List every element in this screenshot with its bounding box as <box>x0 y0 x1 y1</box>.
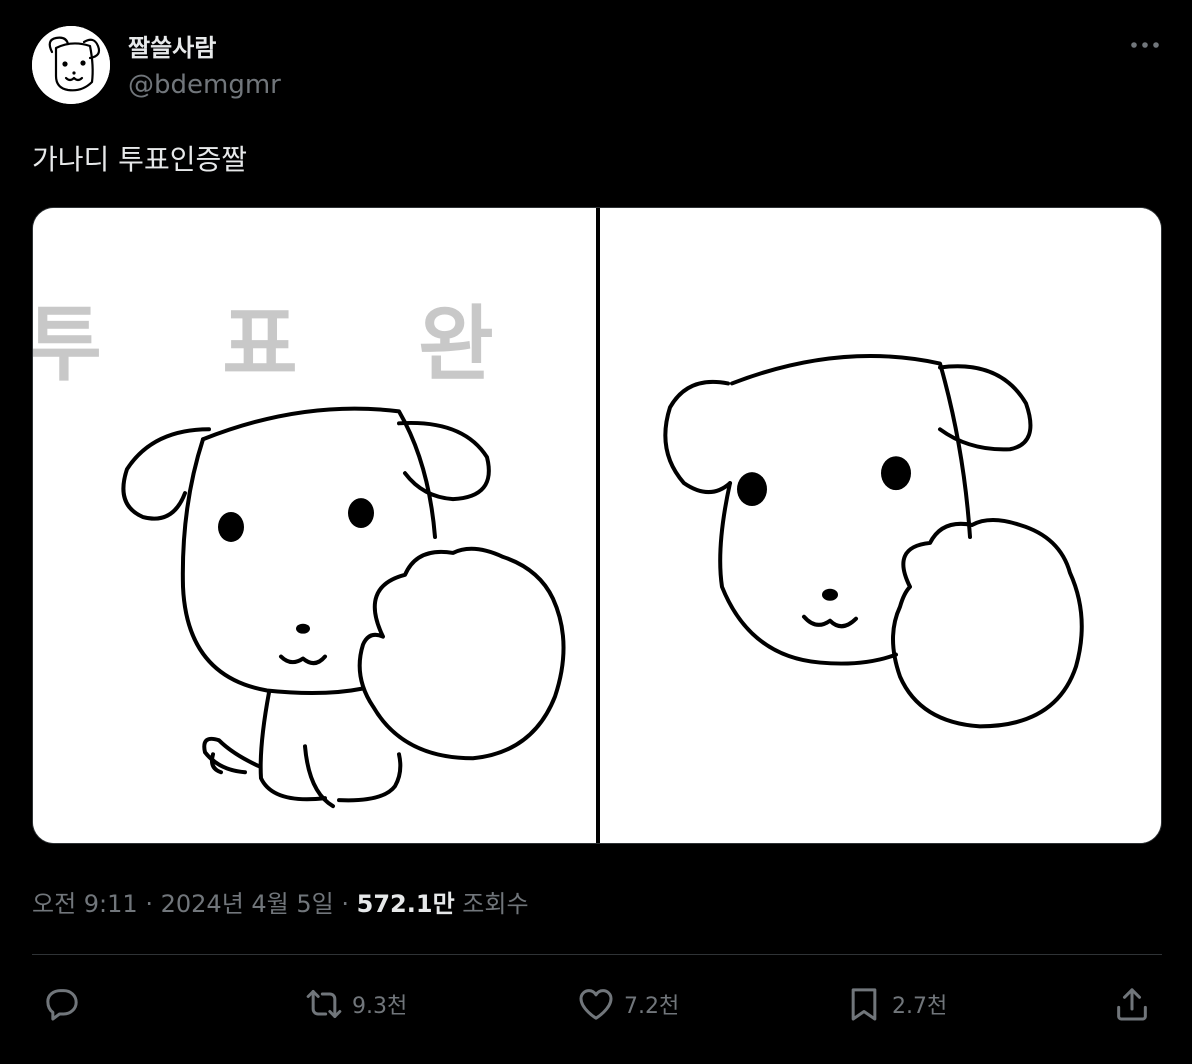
share-icon <box>1117 988 1147 1021</box>
tweet-date[interactable]: 2024년 4월 5일 <box>161 890 334 918</box>
meta-separator: · <box>145 890 153 918</box>
vote-stamp-text: 투 표 완 <box>33 298 540 393</box>
reply-button[interactable] <box>42 982 90 1026</box>
tweet: 짤쓸사람 @bdemgmr 가나디 투표인증짤 투 표 완 오전 9:11 · … <box>0 0 1192 1064</box>
tweet-media: 투 표 완 <box>32 207 1162 844</box>
tweet-meta: 오전 9:11 · 2024년 4월 5일 · 572.1만 조회수 <box>32 884 529 919</box>
retweet-count: 9.3천 <box>352 994 408 1019</box>
tweet-text: 가나디 투표인증짤 <box>32 143 247 176</box>
reply-icon <box>46 989 78 1021</box>
divider <box>32 954 1162 955</box>
media-image-left[interactable]: 투 표 완 <box>33 208 596 843</box>
dog-paw-image <box>600 208 1161 843</box>
more-options-icon[interactable] <box>1128 32 1162 58</box>
meta-separator: · <box>341 890 350 918</box>
display-name[interactable]: 짤쓸사람 <box>128 28 216 63</box>
avatar[interactable] <box>32 26 110 104</box>
media-image-right[interactable] <box>600 208 1161 843</box>
retweet-button[interactable]: 9.3천 <box>304 982 407 1026</box>
user-handle[interactable]: @bdemgmr <box>128 70 281 100</box>
like-count: 7.2천 <box>624 994 680 1019</box>
bookmark-count: 2.7천 <box>892 994 948 1019</box>
tweet-time[interactable]: 오전 9:11 <box>32 890 138 918</box>
dog-voted-image: 투 표 완 <box>33 208 596 843</box>
views-count[interactable]: 572.1만 <box>357 890 455 918</box>
retweet-icon <box>306 990 342 1018</box>
heart-icon <box>579 989 613 1020</box>
like-button[interactable]: 7.2천 <box>576 982 679 1026</box>
share-button[interactable] <box>1112 982 1160 1026</box>
views-label: 조회수 <box>462 890 529 918</box>
dog-avatar-icon <box>32 26 110 104</box>
bookmark-button[interactable]: 2.7천 <box>844 982 947 1026</box>
bookmark-icon <box>851 988 877 1021</box>
